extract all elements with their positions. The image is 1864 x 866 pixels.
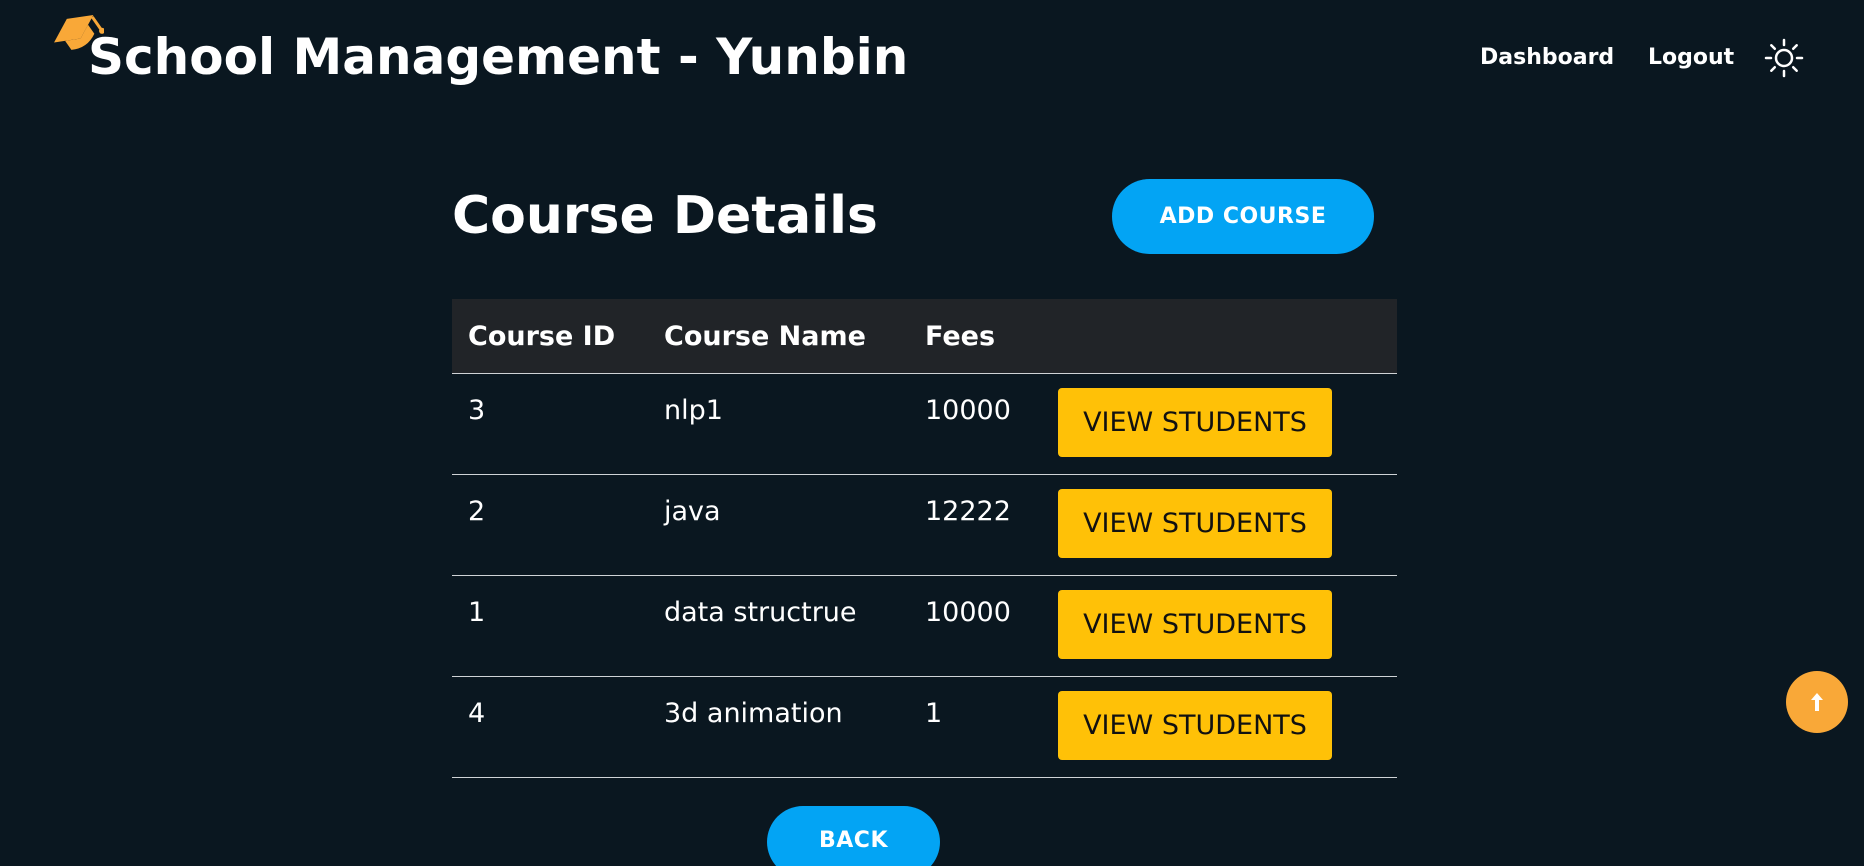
column-header-course-id: Course ID <box>468 320 616 352</box>
table-row: 3 nlp1 10000 VIEW STUDENTS <box>452 374 1397 475</box>
nav-logout-link[interactable]: Logout <box>1648 45 1734 70</box>
view-students-button[interactable]: VIEW STUDENTS <box>1058 388 1332 457</box>
course-name-cell: data structrue <box>664 597 857 628</box>
fees-cell: 10000 <box>925 597 1011 628</box>
app-title: School Management - Yunbin <box>88 28 909 86</box>
table-row: 4 3d animation 1 VIEW STUDENTS <box>452 677 1397 778</box>
course-name-cell: 3d animation <box>664 698 843 729</box>
column-header-course-name: Course Name <box>664 320 866 352</box>
sun-icon[interactable] <box>1764 38 1804 78</box>
course-table: Course ID Course Name Fees 3 nlp1 10000 … <box>452 299 1397 778</box>
arrow-up-icon <box>1811 693 1823 711</box>
back-button[interactable]: BACK <box>767 806 940 866</box>
view-students-button[interactable]: VIEW STUDENTS <box>1058 691 1332 760</box>
view-students-button[interactable]: VIEW STUDENTS <box>1058 489 1332 558</box>
course-name-cell: java <box>664 496 721 527</box>
course-id-cell: 1 <box>468 597 486 628</box>
scroll-to-top-button[interactable] <box>1786 671 1848 733</box>
fees-cell: 10000 <box>925 395 1011 426</box>
table-header: Course ID Course Name Fees <box>452 299 1397 374</box>
course-name-cell: nlp1 <box>664 395 723 426</box>
course-id-cell: 2 <box>468 496 486 527</box>
fees-cell: 12222 <box>925 496 1011 527</box>
column-header-fees: Fees <box>925 320 996 352</box>
add-course-button[interactable]: ADD COURSE <box>1112 179 1374 254</box>
nav-dashboard-link[interactable]: Dashboard <box>1480 45 1614 70</box>
table-row: 2 java 12222 VIEW STUDENTS <box>452 475 1397 576</box>
view-students-button[interactable]: VIEW STUDENTS <box>1058 590 1332 659</box>
page-title: Course Details <box>452 186 878 246</box>
course-id-cell: 4 <box>468 698 486 729</box>
page: School Management - Yunbin Dashboard Log… <box>0 0 1864 866</box>
table-row: 1 data structrue 10000 VIEW STUDENTS <box>452 576 1397 677</box>
course-id-cell: 3 <box>468 395 486 426</box>
fees-cell: 1 <box>925 698 943 729</box>
